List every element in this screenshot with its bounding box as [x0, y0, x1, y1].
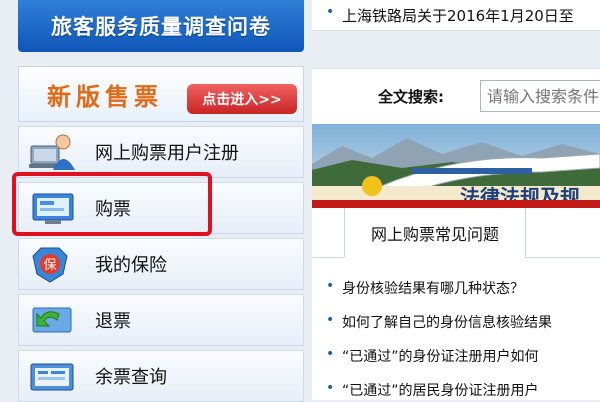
survey-banner[interactable]: 旅客服务质量调查问卷	[18, 0, 304, 52]
menu-item-insurance[interactable]: 保 我的保险	[18, 238, 304, 290]
menu-item-label: 我的保险	[95, 255, 167, 276]
faq-item[interactable]: 身份核验结果有哪几种状态？	[342, 278, 524, 298]
enter-button[interactable]: 点击进入>>	[187, 84, 297, 114]
svg-text:保: 保	[43, 258, 56, 273]
new-ticket-title: 新版售票	[47, 83, 163, 111]
search-area: 全文搜索:	[312, 68, 600, 125]
law-banner-red-strip	[312, 200, 600, 208]
insurance-shield-icon: 保	[32, 247, 68, 283]
bullet-icon: •	[326, 312, 335, 328]
new-ticket-panel[interactable]: 新版售票 点击进入>>	[18, 66, 304, 122]
bullet-icon: •	[326, 278, 335, 294]
menu-item-label: 余票查询	[95, 367, 167, 388]
law-regulation-banner[interactable]: 法律法规及规	[312, 124, 600, 206]
enter-button-label: 点击进入>>	[202, 92, 282, 108]
menu-item-refund[interactable]: 退票	[18, 294, 304, 346]
bullet-icon: •	[326, 380, 335, 396]
tab-faq-label: 网上购票常见问题	[370, 225, 499, 244]
tab-faq[interactable]: 网上购票常见问题	[344, 208, 526, 258]
faq-item[interactable]: 如何了解自己的身份信息核验结果	[342, 312, 552, 332]
survey-banner-label: 旅客服务质量调查问卷	[51, 15, 271, 39]
ticket-query-icon	[30, 363, 74, 391]
ticket-screen-icon	[32, 193, 74, 224]
menu-item-ticket-query[interactable]: 余票查询	[18, 350, 304, 402]
tab-gap	[344, 257, 524, 258]
refund-arrow-icon	[32, 307, 72, 333]
bullet-icon: •	[326, 346, 335, 362]
faq-item[interactable]: “已通过”的居民身份证注册用户	[342, 380, 539, 400]
news-link[interactable]: 上海铁路局关于2016年1月20日至	[342, 5, 574, 26]
search-label: 全文搜索:	[378, 88, 444, 106]
menu-item-buy-ticket[interactable]: 购票	[18, 182, 304, 234]
news-bar: • 上海铁路局关于2016年1月20日至	[312, 0, 600, 31]
bullet-icon: •	[326, 4, 335, 20]
faq-item[interactable]: “已通过”的身份证注册用户如何	[342, 346, 539, 366]
menu-item-label: 购票	[95, 199, 131, 220]
faq-panel: 网上购票常见问题 • 身份核验结果有哪几种状态？ • 如何了解自己的身份信息核验…	[312, 208, 600, 400]
menu-item-register[interactable]: 网上购票用户注册	[18, 126, 304, 178]
computer-user-icon	[29, 134, 75, 170]
menu-item-label: 网上购票用户注册	[95, 143, 239, 164]
search-input[interactable]	[480, 80, 600, 112]
menu-item-label: 退票	[95, 311, 131, 332]
